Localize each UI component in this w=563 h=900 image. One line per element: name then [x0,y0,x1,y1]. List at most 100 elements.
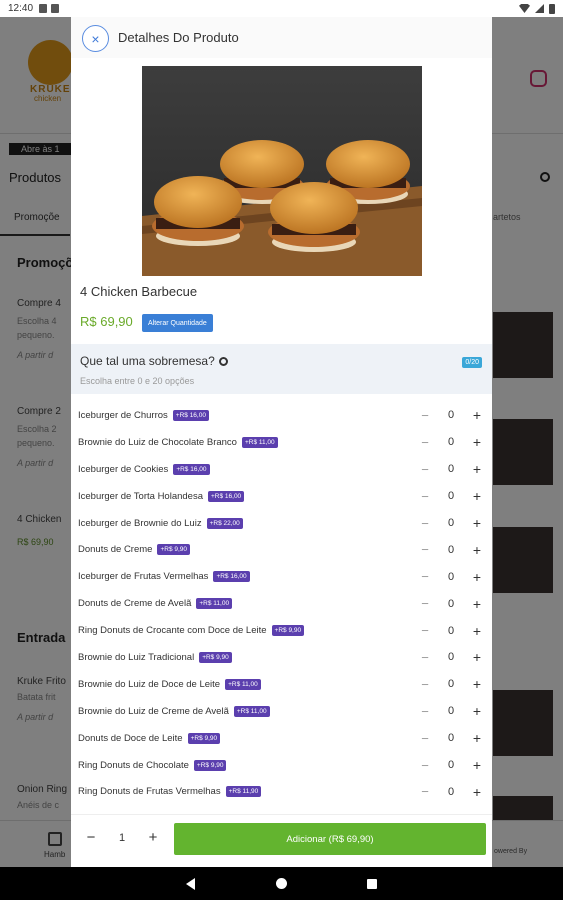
recent-apps-icon[interactable] [367,879,377,889]
increase-extra-button[interactable]: + [471,407,483,423]
extra-quantity-value: 0 [447,759,455,772]
extra-quantity-value: 0 [447,678,455,691]
extra-option-name: Iceburger de Cookies [78,463,169,475]
back-icon[interactable] [186,878,195,890]
close-button[interactable]: × [82,25,109,52]
notification-icon [39,4,48,13]
extra-option-row: Iceburger de Frutas Vermelhas +R$ 16,00 − 0… [71,563,492,590]
search-icon[interactable] [218,356,228,366]
product-details-modal: × Detalhes Do Produto 4 Chicken Barbecue… [71,17,492,867]
decrease-extra-button[interactable]: − [419,516,431,531]
add-to-cart-button[interactable]: Adicionar (R$ 69,90) [174,823,486,855]
extra-quantity-stepper: − 0 + [419,510,483,537]
extra-quantity-value: 0 [447,732,455,745]
extra-price-badge: +R$ 11,90 [225,786,262,798]
product-image [142,66,422,276]
extra-quantity-stepper: − 0 + [419,483,483,510]
quantity-value: 1 [118,831,126,844]
extra-option-row: Brownie do Luiz de Doce de Leite +R$ 11,0… [71,671,492,698]
quantity-stepper: − 1 + [78,823,166,852]
extra-option-name: Iceburger de Frutas Vermelhas [78,571,209,583]
extra-option-name: Ring Donuts de Frutas Vermelhas [78,786,221,798]
increase-extra-button[interactable]: + [471,676,483,692]
extra-quantity-stepper: − 0 + [419,429,483,456]
decrease-extra-button[interactable]: − [419,731,431,746]
sim-icon [51,4,60,13]
decrease-extra-button[interactable]: − [419,596,431,611]
decrease-extra-button[interactable]: − [419,489,431,504]
decrease-extra-button[interactable]: − [419,462,431,477]
extra-price-badge: +R$ 11,00 [233,705,270,717]
extra-option-name: Iceburger de Churros [78,409,168,421]
extra-option-row: Donuts de Creme +R$ 9,90 − 0 + [71,536,492,563]
extra-price-badge: +R$ 9,90 [157,544,191,556]
increase-extra-button[interactable]: + [471,623,483,639]
extra-quantity-value: 0 [447,624,455,637]
extra-quantity-value: 0 [447,705,455,718]
decrease-extra-button[interactable]: − [419,784,431,799]
extra-price-badge: +R$ 22,00 [206,517,243,529]
extra-price-badge: +R$ 16,00 [208,490,245,502]
increase-extra-button[interactable]: + [471,569,483,585]
change-quantity-button[interactable]: Alterar Quantidade [142,314,213,332]
increase-quantity-button[interactable]: + [146,829,160,846]
decrease-extra-button[interactable]: − [419,677,431,692]
decrease-extra-button[interactable]: − [419,623,431,638]
increase-extra-button[interactable]: + [471,542,483,558]
extra-price-badge: +R$ 16,00 [172,409,209,421]
increase-extra-button[interactable]: + [471,488,483,504]
modal-title: Detalhes Do Produto [118,30,239,45]
decrease-extra-button[interactable]: − [419,569,431,584]
decrease-extra-button[interactable]: − [419,435,431,450]
extra-option-name: Donuts de Creme de Avelã [78,598,192,610]
increase-extra-button[interactable]: + [471,703,483,719]
extra-option-name: Ring Donuts de Crocante com Doce de Leit… [78,625,267,637]
extra-option-row: Iceburger de Churros +R$ 16,00 − 0 + [71,402,492,429]
extra-option-row: Donuts de Creme de Avelã +R$ 11,00 − 0 + [71,590,492,617]
extra-option-name: Brownie do Luiz Tradicional [78,651,195,663]
extra-quantity-stepper: − 0 + [419,590,483,617]
status-time: 12:40 [8,3,34,14]
decrease-extra-button[interactable]: − [419,408,431,423]
increase-extra-button[interactable]: + [471,461,483,477]
home-circle-icon[interactable] [276,878,287,889]
decrease-extra-button[interactable]: − [419,542,431,557]
increase-extra-button[interactable]: + [471,784,483,800]
extra-price-badge: +R$ 11,00 [225,678,261,690]
decrease-extra-button[interactable]: − [419,704,431,719]
extra-option-row: Brownie do Luiz de Chocolate Branco +R$ 1… [71,429,492,456]
battery-icon [549,3,555,14]
modal-header: × Detalhes Do Produto [71,17,492,58]
increase-extra-button[interactable]: + [471,434,483,450]
decrease-extra-button[interactable]: − [419,650,431,665]
wifi-icon [519,4,530,13]
extra-option-name: Iceburger de Torta Holandesa [78,490,203,502]
extra-option-name: Brownie do Luiz de Chocolate Branco [78,436,237,448]
decrease-quantity-button[interactable]: − [84,829,98,846]
extra-price-badge: +R$ 11,00 [241,436,278,448]
selection-counter-badge: 0/20 [462,357,482,368]
extra-option-row: Ring Donuts de Frutas Vermelhas +R$ 11,90… [71,778,492,805]
product-price: R$ 69,90 [80,314,133,329]
extra-quantity-stepper: − 0 + [419,456,483,483]
extra-price-badge: +R$ 9,90 [187,732,221,744]
extra-option-row: Ring Donuts de Crocante com Doce de Leit… [71,617,492,644]
extra-quantity-value: 0 [447,570,455,583]
extra-quantity-stepper: − 0 + [419,778,483,805]
increase-extra-button[interactable]: + [471,515,483,531]
decrease-extra-button[interactable]: − [419,758,431,773]
extra-quantity-value: 0 [447,543,455,556]
extra-quantity-value: 0 [447,785,455,798]
extras-title-text: Que tal uma sobremesa? [80,354,215,368]
increase-extra-button[interactable]: + [471,596,483,612]
increase-extra-button[interactable]: + [471,757,483,773]
extras-header: Que tal uma sobremesa? Escolha entre 0 e… [71,344,492,394]
extra-quantity-value: 0 [447,597,455,610]
extra-quantity-stepper: − 0 + [419,698,483,725]
extra-quantity-stepper: − 0 + [419,752,483,779]
extra-quantity-stepper: − 0 + [419,536,483,563]
increase-extra-button[interactable]: + [471,730,483,746]
extra-quantity-value: 0 [447,490,455,503]
increase-extra-button[interactable]: + [471,649,483,665]
extra-quantity-value: 0 [447,409,455,422]
